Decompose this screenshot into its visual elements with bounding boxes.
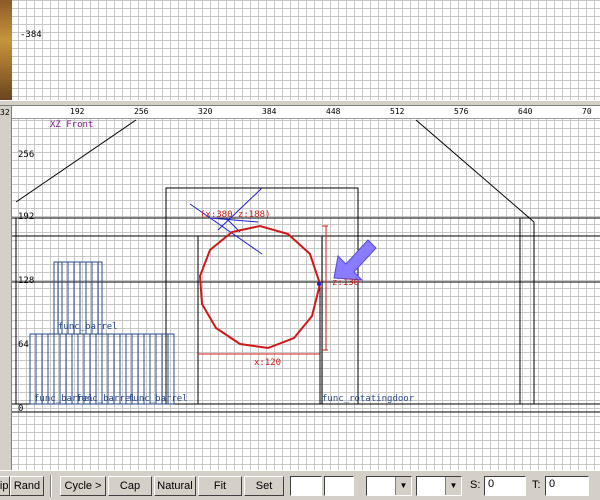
toolbar-separator	[50, 475, 52, 497]
set-button[interactable]: Set	[244, 476, 284, 496]
t-label: T:	[532, 479, 541, 491]
entity-label-barrel: func_barrel	[128, 394, 188, 404]
vertex-handle	[317, 282, 321, 286]
selected-cylinder-brush	[198, 224, 322, 350]
s-label: S:	[470, 479, 481, 491]
barrel-group	[29, 261, 175, 405]
x-size-readout: x:120	[254, 358, 282, 368]
chevron-down-icon[interactable]: ▼	[395, 477, 411, 495]
y-tick: 192	[18, 212, 35, 222]
fit-height-field[interactable]	[324, 476, 354, 496]
fit-button[interactable]: Fit	[198, 476, 242, 496]
entity-label-barrel: func_barrel	[76, 394, 136, 404]
z-size-readout: z:130	[332, 278, 360, 288]
front-view-viewport[interactable]: 192 256 320 384 448 512 576 640 70 256 1…	[12, 106, 600, 470]
roof-brush-left	[15, 119, 137, 203]
brush-outline	[165, 187, 359, 405]
alignment-combo[interactable]: ▼	[416, 476, 462, 496]
coordinate-readout: (x:380 z:188)	[200, 210, 271, 220]
transform-gizmo	[189, 187, 263, 255]
chevron-down-icon[interactable]: ▼	[445, 477, 461, 495]
y-tick: 256	[18, 150, 35, 160]
surface-toolbar: lip Rand Cycle > Cap Natural Fit Set ▼ ▼…	[0, 470, 600, 500]
y-tick: 0	[18, 404, 24, 414]
y-tick: 64	[18, 340, 29, 350]
y-tick: 128	[18, 276, 35, 286]
entity-label-rotatingdoor: func_rotatingdoor	[322, 394, 415, 404]
rand-button[interactable]: Rand	[10, 476, 44, 496]
natural-button[interactable]: Natural	[154, 476, 196, 496]
brush-outline	[197, 235, 323, 405]
fit-width-field[interactable]	[290, 476, 322, 496]
view-label: XZ Front	[50, 120, 94, 130]
projection-combo[interactable]: ▼	[366, 476, 412, 496]
s-field[interactable]: 0	[484, 476, 526, 496]
texture-preview-strip	[0, 0, 12, 100]
mouse-pointer-arrow-icon	[333, 239, 377, 281]
roof-brush-right	[415, 119, 535, 223]
cap-button[interactable]: Cap	[108, 476, 152, 496]
t-field[interactable]: 0	[545, 476, 589, 496]
left-edge-tick: 32	[0, 108, 10, 117]
clip-button[interactable]: lip	[0, 476, 10, 496]
cycle-button[interactable]: Cycle >	[60, 476, 106, 496]
entity-label-barrel: func_barrel	[58, 322, 118, 332]
top-view-viewport[interactable]: -384	[12, 0, 600, 100]
viewport-left-edge: 32	[0, 106, 12, 470]
front-view-canvas	[12, 119, 600, 413]
top-view-y-tick: -384	[20, 30, 42, 40]
